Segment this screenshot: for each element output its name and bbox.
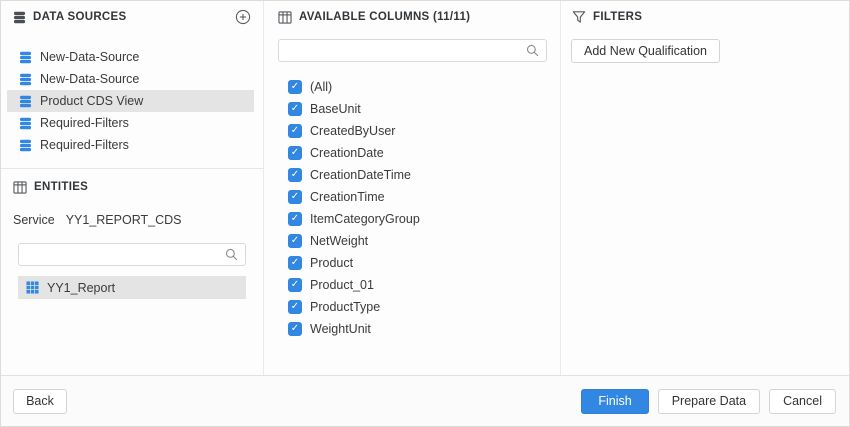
column-checkbox[interactable]: ✓ (288, 212, 302, 226)
grid-icon (26, 281, 39, 294)
data-source-item-label: New-Data-Source (40, 50, 139, 64)
table-columns-icon (13, 181, 27, 194)
available-columns-panel: AVAILABLE COLUMNS (11/11) ✓ (All) (265, 1, 561, 376)
back-button[interactable]: Back (13, 389, 67, 414)
entities-search (18, 243, 246, 266)
column-row[interactable]: ✓ CreationDate (288, 142, 560, 164)
search-icon[interactable] (225, 248, 238, 261)
data-source-item[interactable]: New-Data-Source (7, 46, 254, 68)
column-label: ProductType (310, 300, 380, 314)
footer-bar: Back Finish Prepare Data Cancel (1, 375, 849, 426)
column-checkbox[interactable]: ✓ (288, 300, 302, 314)
data-source-item[interactable]: Product CDS View (7, 90, 254, 112)
column-checkbox[interactable]: ✓ (288, 102, 302, 116)
column-label: Product_01 (310, 278, 374, 292)
column-label: (All) (310, 80, 332, 94)
data-source-wizard-window: DATA SOURCES (0, 0, 850, 427)
filters-header: FILTERS (562, 1, 849, 33)
data-source-item[interactable]: Required-Filters (7, 112, 254, 134)
add-data-source-button[interactable] (235, 9, 251, 25)
column-label: BaseUnit (310, 102, 361, 116)
search-icon[interactable] (526, 44, 539, 57)
column-row[interactable]: ✓ ProductType (288, 296, 560, 318)
data-sources-title: DATA SOURCES (33, 11, 126, 23)
data-source-item[interactable]: Required-Filters (7, 134, 254, 156)
plus-circle-icon (235, 9, 251, 25)
column-row[interactable]: ✓ WeightUnit (288, 318, 560, 340)
database-icon (19, 139, 32, 152)
column-checkbox[interactable]: ✓ (288, 190, 302, 204)
column-checkbox[interactable]: ✓ (288, 80, 302, 94)
column-checkbox[interactable]: ✓ (288, 256, 302, 270)
database-icon (19, 73, 32, 86)
column-label: NetWeight (310, 234, 368, 248)
column-checkbox[interactable]: ✓ (288, 234, 302, 248)
data-source-item[interactable]: New-Data-Source (7, 68, 254, 90)
database-icon (19, 51, 32, 64)
filters-panel: FILTERS Add New Qualification (562, 1, 849, 376)
data-sources-panel: DATA SOURCES (1, 1, 264, 376)
entity-item[interactable]: YY1_Report (18, 276, 246, 299)
column-row[interactable]: ✓ CreationTime (288, 186, 560, 208)
column-label: CreatedByUser (310, 124, 395, 138)
prepare-data-button[interactable]: Prepare Data (658, 389, 760, 414)
column-row[interactable]: ✓ (All) (288, 76, 560, 98)
column-checkbox[interactable]: ✓ (288, 124, 302, 138)
data-source-item-label: Required-Filters (40, 116, 129, 130)
data-source-item-label: New-Data-Source (40, 72, 139, 86)
table-columns-icon (278, 11, 292, 24)
entities-title: ENTITIES (34, 181, 88, 193)
column-row[interactable]: ✓ Product_01 (288, 274, 560, 296)
database-icon (19, 95, 32, 108)
cancel-button[interactable]: Cancel (769, 389, 836, 414)
data-sources-header: DATA SOURCES (1, 1, 263, 33)
data-source-item-label: Required-Filters (40, 138, 129, 152)
column-checkbox[interactable]: ✓ (288, 168, 302, 182)
column-row[interactable]: ✓ Product (288, 252, 560, 274)
columns-checkbox-list: ✓ (All) ✓ BaseUnit ✓ CreatedByUser ✓ Cre… (265, 76, 560, 340)
column-checkbox[interactable]: ✓ (288, 146, 302, 160)
column-label: CreationTime (310, 190, 385, 204)
service-value: YY1_REPORT_CDS (66, 213, 182, 227)
funnel-icon (572, 10, 586, 24)
service-line: Service YY1_REPORT_CDS (13, 213, 251, 227)
column-row[interactable]: ✓ CreatedByUser (288, 120, 560, 142)
column-label: WeightUnit (310, 322, 371, 336)
column-row[interactable]: ✓ BaseUnit (288, 98, 560, 120)
finish-button[interactable]: Finish (581, 389, 648, 414)
column-label: CreationDateTime (310, 168, 411, 182)
column-row[interactable]: ✓ ItemCategoryGroup (288, 208, 560, 230)
column-row[interactable]: ✓ CreationDateTime (288, 164, 560, 186)
entity-list: YY1_Report (18, 276, 246, 299)
entities-header: ENTITIES (1, 171, 263, 203)
column-checkbox[interactable]: ✓ (288, 322, 302, 336)
entities-search-input[interactable] (19, 244, 245, 265)
column-checkbox[interactable]: ✓ (288, 278, 302, 292)
columns-search (278, 39, 547, 62)
data-source-item-label: Product CDS View (40, 94, 143, 108)
column-label: ItemCategoryGroup (310, 212, 420, 226)
columns-search-input[interactable] (279, 40, 546, 61)
data-sources-list: New-Data-Source New-Data-Source (1, 46, 263, 156)
column-label: Product (310, 256, 353, 270)
footer-actions: Finish Prepare Data Cancel (581, 389, 836, 414)
available-columns-title: AVAILABLE COLUMNS (11/11) (299, 11, 470, 23)
column-row[interactable]: ✓ NetWeight (288, 230, 560, 252)
add-new-qualification-button[interactable]: Add New Qualification (571, 39, 720, 63)
available-columns-header: AVAILABLE COLUMNS (11/11) (265, 1, 560, 33)
filters-title: FILTERS (593, 11, 642, 23)
database-icon (13, 11, 26, 24)
entity-item-label: YY1_Report (47, 281, 115, 295)
service-label: Service (13, 213, 55, 227)
section-divider (1, 168, 263, 169)
database-icon (19, 117, 32, 130)
column-label: CreationDate (310, 146, 384, 160)
